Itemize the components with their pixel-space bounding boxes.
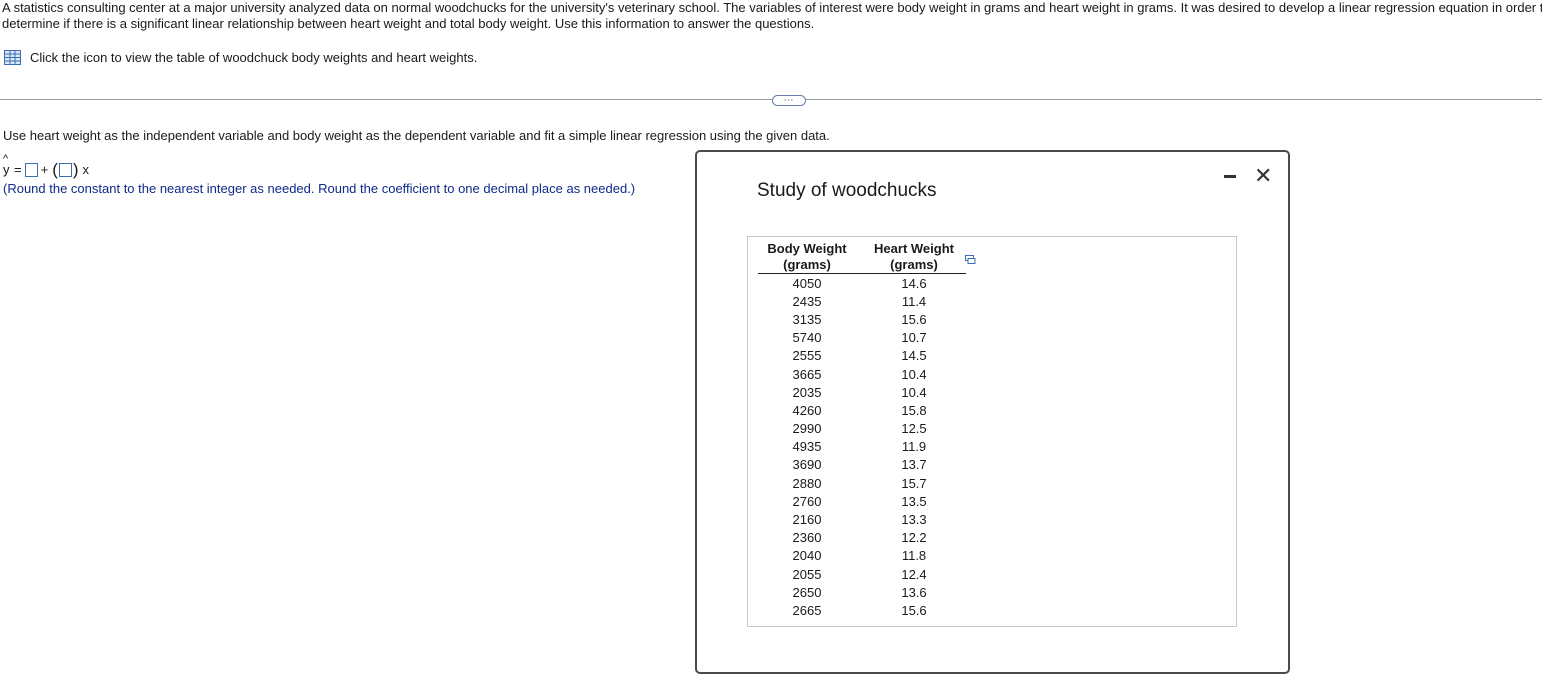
heart-weight-cell: 11.9 (901, 439, 927, 455)
body-weight-cell: 2055 (792, 566, 822, 582)
heart-weight-cell: 15.7 (901, 475, 927, 491)
heart-weight-cell: 10.4 (901, 366, 927, 382)
problem-statement: A statistics consulting center at a majo… (2, 0, 1542, 32)
data-table-frame: Body Weight (grams) Heart Weight (grams)… (747, 236, 1237, 627)
body-weight-cell: 2555 (792, 348, 822, 364)
body-weight-cell: 5740 (792, 330, 822, 346)
heart-weight-cell: 14.5 (901, 348, 927, 364)
table-row: 4260 15.8 (758, 401, 966, 419)
body-weight-cell: 3135 (792, 311, 822, 327)
table-row: 2760 13.5 (758, 492, 966, 510)
heart-weight-cell: 14.6 (901, 275, 927, 291)
popup-title: Study of woodchucks (757, 180, 937, 201)
question-instruction: Use heart weight as the independent vari… (3, 128, 830, 143)
table-row: 2435 11.4 (758, 292, 966, 310)
problem-line-1: A statistics consulting center at a majo… (2, 0, 1542, 15)
table-row: 2880 15.7 (758, 474, 966, 492)
heart-weight-cell: 12.5 (901, 421, 927, 437)
heart-weight-cell: 11.8 (901, 548, 927, 564)
table-row: 4050 14.6 (758, 274, 966, 293)
heart-weight-cell: 10.4 (901, 384, 927, 400)
table-row: 4935 11.9 (758, 438, 966, 456)
coefficient-answer-box[interactable] (58, 162, 72, 177)
heart-weight-cell: 15.6 (901, 311, 927, 327)
copy-icon[interactable] (965, 255, 976, 264)
body-weight-cell: 2040 (792, 548, 822, 564)
heart-weight-cell: 13.3 (901, 512, 927, 528)
body-weight-cell: 2665 (792, 602, 822, 618)
woodchuck-data-table: Body Weight (grams) Heart Weight (grams)… (758, 241, 966, 620)
data-table-popup: Study of woodchucks ✕ Body Weight (grams… (695, 150, 1290, 674)
body-weight-cell: 3665 (792, 366, 822, 382)
body-weight-cell: 2035 (792, 384, 822, 400)
open-paren: ( (52, 159, 58, 179)
view-table-label[interactable]: Click the icon to view the table of wood… (30, 50, 477, 65)
table-row: 2035 10.4 (758, 383, 966, 401)
heart-weight-cell: 13.7 (901, 457, 927, 473)
body-weight-cell: 2435 (792, 293, 822, 309)
table-body: 4050 14.6 2435 11.4 3135 15.6 5740 10.7 2555 14.5… (758, 274, 966, 620)
table-row: 2555 14.5 (758, 347, 966, 365)
table-row: 2650 13.6 (758, 583, 966, 601)
x-variable: x (82, 162, 90, 177)
constant-answer-box[interactable] (24, 162, 38, 177)
heart-weight-cell: 13.6 (901, 584, 927, 600)
body-weight-cell: 4260 (792, 402, 822, 418)
close-icon[interactable]: ✕ (1254, 165, 1272, 187)
plus-sign: + (40, 162, 49, 177)
table-row: 5740 10.7 (758, 329, 966, 347)
rounding-note: (Round the constant to the nearest integ… (3, 181, 636, 196)
view-table-link[interactable]: Click the icon to view the table of wood… (4, 50, 477, 65)
section-divider (0, 99, 1542, 100)
equals-sign: = (14, 162, 22, 177)
body-weight-cell: 3690 (792, 457, 822, 473)
expand-button[interactable]: ⋯ (772, 95, 806, 106)
heart-weight-cell: 12.4 (901, 566, 927, 582)
heart-weight-cell: 12.2 (901, 530, 927, 546)
body-weight-cell: 4935 (792, 439, 822, 455)
minimize-icon[interactable] (1224, 175, 1236, 178)
body-weight-cell: 2650 (792, 584, 822, 600)
table-row: 3135 15.6 (758, 310, 966, 328)
table-row: 2665 15.6 (758, 601, 966, 619)
table-row: 2160 13.3 (758, 510, 966, 528)
body-weight-cell: 2990 (792, 421, 822, 437)
body-weight-cell: 2160 (792, 512, 822, 528)
close-paren: ) (72, 159, 79, 179)
table-row: 2990 12.5 (758, 420, 966, 438)
heart-weight-cell: 15.8 (901, 402, 927, 418)
column-header-heart-weight: Heart Weight (grams) (862, 241, 966, 274)
heart-weight-cell: 15.6 (901, 602, 927, 618)
body-weight-cell: 2880 (792, 475, 822, 491)
y-hat-symbol: ^ y (3, 153, 10, 177)
heart-weight-cell: 10.7 (901, 330, 927, 346)
body-weight-cell: 2760 (792, 493, 822, 509)
body-weight-cell: 4050 (792, 275, 822, 291)
table-row: 3690 13.7 (758, 456, 966, 474)
heart-weight-cell: 13.5 (901, 493, 927, 509)
table-grid-icon[interactable] (4, 50, 21, 65)
column-header-body-weight: Body Weight (grams) (758, 241, 862, 274)
regression-equation: ^ y = + ( ) x (3, 153, 90, 179)
body-weight-cell: 2360 (792, 530, 822, 546)
table-row: 2040 11.8 (758, 547, 966, 565)
heart-weight-cell: 11.4 (901, 293, 927, 309)
table-row: 3665 10.4 (758, 365, 966, 383)
table-row: 2055 12.4 (758, 565, 966, 583)
problem-line-2: determine if there is a significant line… (2, 16, 815, 31)
table-row: 2360 12.2 (758, 529, 966, 547)
